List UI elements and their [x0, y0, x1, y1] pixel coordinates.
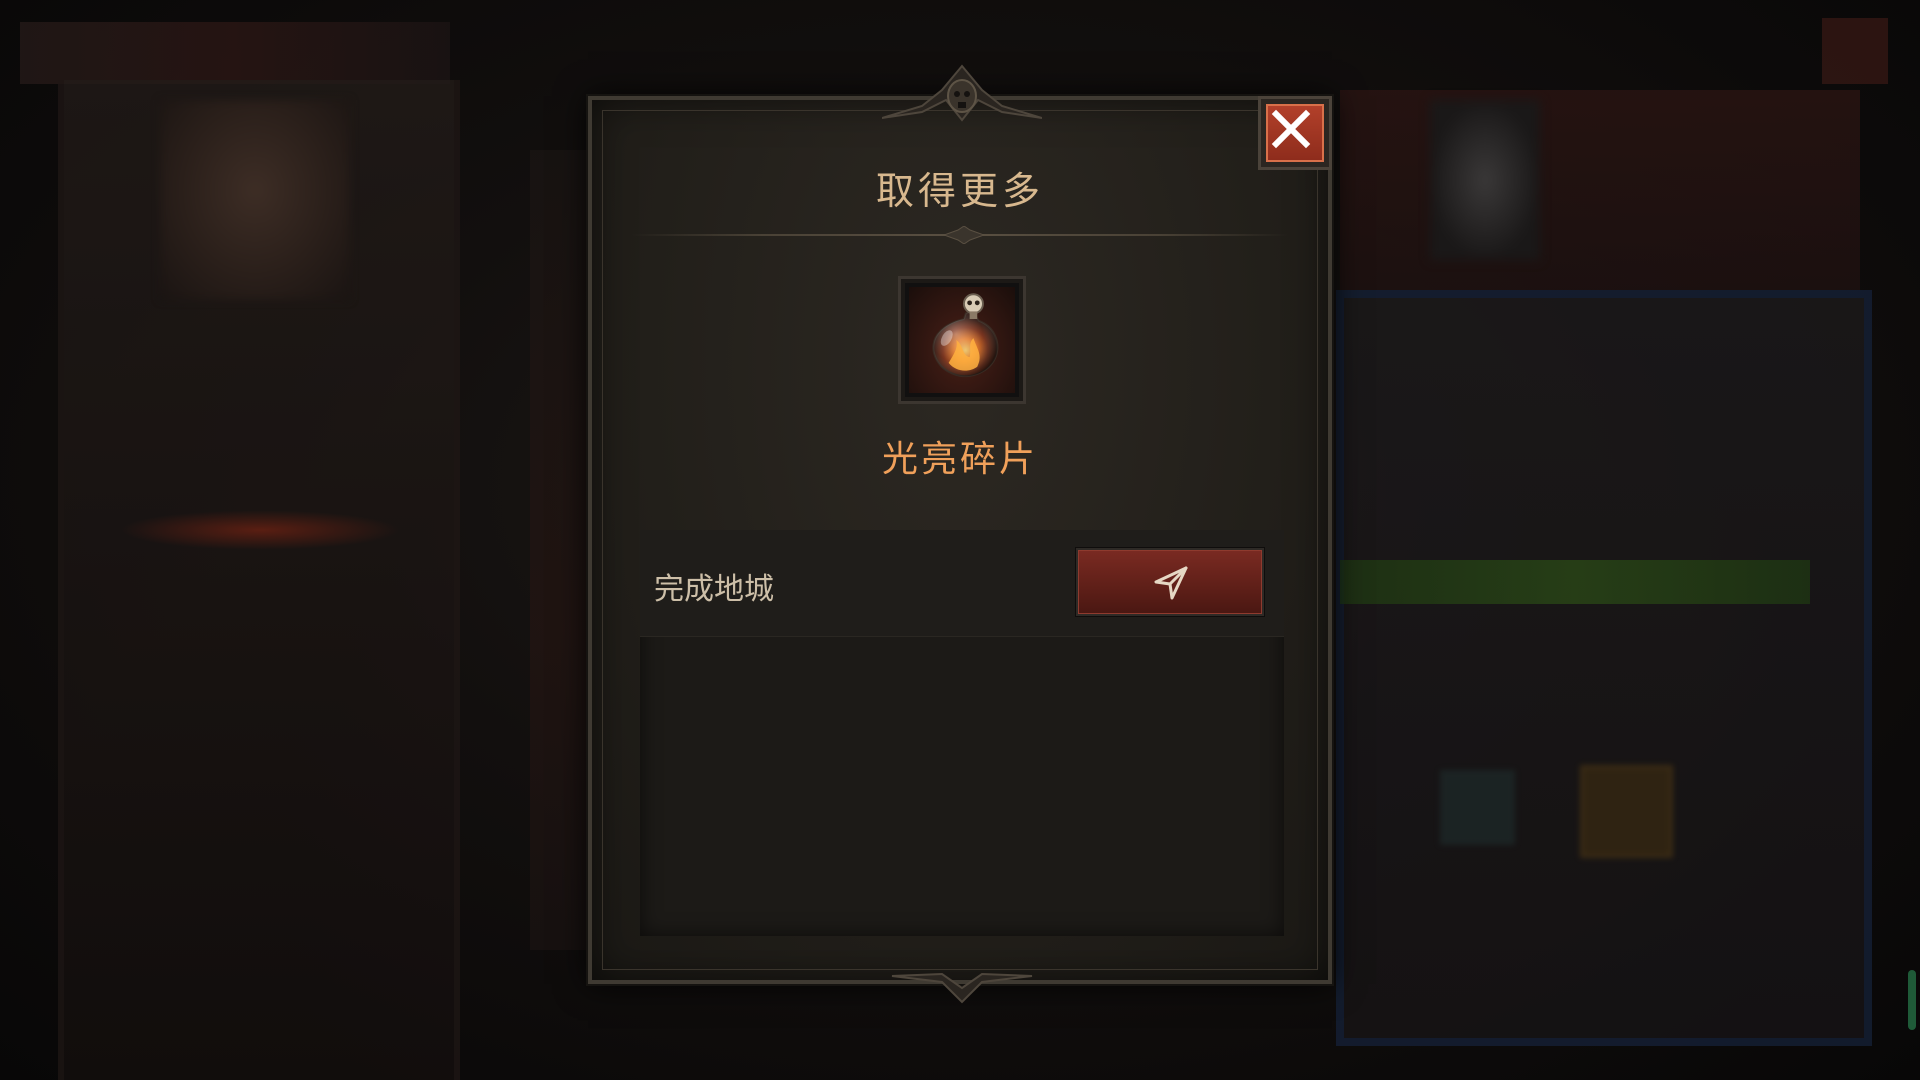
- game-screen: 取得更多 光亮碎片 完成地城: [0, 0, 1920, 1080]
- close-icon: [1271, 109, 1311, 149]
- background-top-bar: [20, 22, 450, 84]
- background-status-bar: [1340, 560, 1810, 604]
- source-row: 完成地城: [640, 530, 1284, 637]
- shard-flask-icon: [932, 293, 999, 378]
- background-item-header: [1340, 90, 1860, 290]
- close-button[interactable]: [1258, 96, 1332, 170]
- divider-ornament-icon: [944, 226, 984, 244]
- background-menu-highlight: [120, 510, 400, 550]
- source-list: 完成地城: [640, 530, 1284, 936]
- dialog-title: 取得更多: [875, 169, 1044, 213]
- background-material-slot: [1580, 765, 1673, 858]
- bottom-ornament-icon: [891, 972, 1033, 1004]
- background-weapon-image: [1430, 100, 1540, 260]
- background-item-panel: [1336, 290, 1872, 1046]
- skull-crest-icon: [882, 64, 1042, 122]
- navigate-button[interactable]: [1076, 548, 1264, 616]
- background-divider: [530, 150, 590, 950]
- background-close-button: [1822, 18, 1888, 84]
- item-name: 光亮碎片: [881, 439, 1038, 480]
- get-more-dialog: 取得更多 光亮碎片 完成地城: [588, 64, 1332, 1004]
- background-scroll-indicator: [1908, 970, 1916, 1030]
- background-material-slot: [1440, 770, 1515, 845]
- background-character-portrait: [160, 100, 350, 300]
- navigate-arrow-icon: [1154, 566, 1188, 600]
- item-slot: [898, 276, 1026, 404]
- source-label: 完成地城: [654, 572, 774, 607]
